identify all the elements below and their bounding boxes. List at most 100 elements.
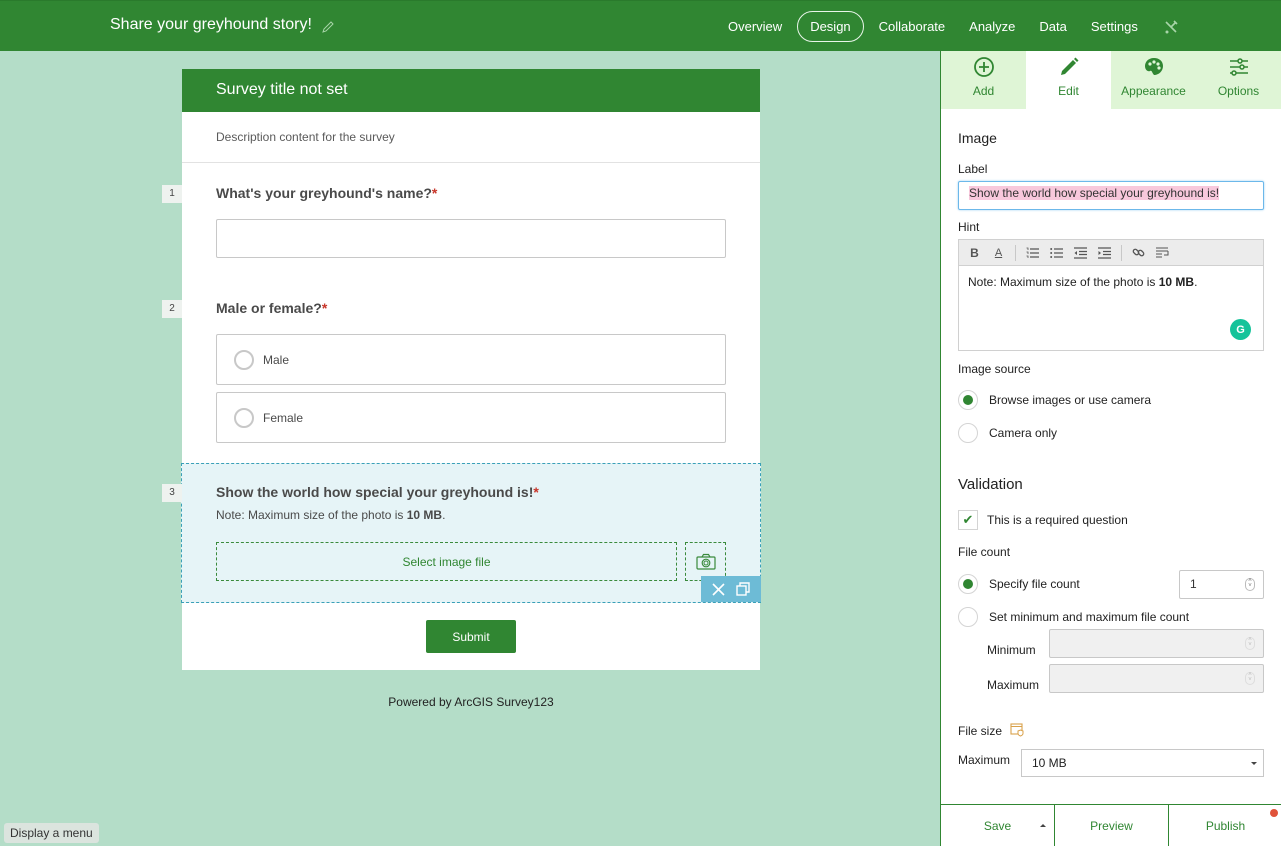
required-mark: *	[321, 300, 328, 316]
question-2-text: Male or female?	[216, 300, 322, 316]
radio-selected[interactable]	[958, 390, 978, 410]
toolbar-divider	[1015, 244, 1016, 261]
file-size-maximum-label: Maximum	[958, 753, 1011, 767]
tab-label: Appearance	[1121, 84, 1186, 98]
save-button[interactable]: Save	[941, 805, 1055, 846]
radio-selected[interactable]	[958, 574, 978, 594]
outdent-icon[interactable]	[1073, 245, 1088, 260]
radio-label: Browse images or use camera	[989, 393, 1152, 407]
delete-question-button[interactable]	[712, 582, 725, 596]
radio-circle[interactable]	[234, 407, 254, 428]
camera-icon	[695, 553, 716, 570]
preview-label: Preview	[1090, 818, 1133, 833]
main-nav: Overview Design Collaborate Analyze Data…	[716, 11, 1180, 42]
file-count-input[interactable]: 1 ˄ ˅	[1179, 570, 1264, 599]
radio-option-label: Female	[263, 410, 304, 425]
question-3-image-selected[interactable]: 3 Show the world how special your greyho…	[162, 463, 761, 603]
maximum-label: Maximum	[987, 678, 1040, 692]
spinner-icon[interactable]: ˄ ˅	[1245, 672, 1255, 685]
required-question-checkbox[interactable]: ✔ This is a required question	[958, 510, 1128, 530]
file-size-select[interactable]: 10 MB	[1021, 749, 1264, 777]
clear-format-icon[interactable]	[1155, 245, 1170, 260]
tab-appearance[interactable]: Appearance	[1111, 51, 1196, 109]
nav-settings[interactable]: Settings	[1082, 11, 1147, 42]
properties-panel: Add Edit Appearance Options Image Label …	[940, 51, 1281, 846]
select-image-file-button[interactable]: Select image file	[216, 542, 677, 581]
duplicate-question-button[interactable]	[736, 582, 750, 596]
close-icon	[712, 582, 725, 596]
radio-unselected[interactable]	[958, 423, 978, 443]
publish-button[interactable]: Publish	[1169, 805, 1281, 846]
survey-title[interactable]: Survey title not set	[182, 69, 760, 112]
numbered-list-icon[interactable]	[1025, 245, 1040, 260]
hint-suffix: .	[1194, 275, 1198, 289]
bold-icon[interactable]: B	[967, 245, 982, 260]
nav-overview[interactable]: Overview	[719, 11, 791, 42]
specify-file-count-option[interactable]: Specify file count	[958, 574, 1080, 594]
tab-options[interactable]: Options	[1196, 51, 1281, 109]
app-title: Share your greyhound story!	[110, 16, 312, 33]
submit-button[interactable]: Submit	[426, 620, 516, 653]
notification-dot	[1270, 809, 1278, 817]
duplicate-icon	[736, 582, 750, 596]
powered-by: Powered by ArcGIS Survey123	[388, 695, 554, 709]
nav-data[interactable]: Data	[1030, 11, 1075, 42]
required-mark: *	[431, 185, 438, 201]
radio-unselected[interactable]	[958, 607, 978, 627]
hint-editor[interactable]: B A Note: Maximum size of the photo is 1…	[958, 239, 1264, 351]
file-count-value: 1	[1190, 577, 1197, 591]
file-size-label: File size	[958, 723, 1024, 738]
sliders-icon	[1229, 58, 1248, 76]
file-size-value: 10 MB	[1032, 756, 1067, 770]
save-label: Save	[983, 818, 1012, 833]
radio-option-label: Male	[263, 352, 290, 367]
spinner-icon[interactable]: ˄ ˅	[1245, 637, 1255, 650]
tab-add[interactable]: Add	[941, 51, 1026, 109]
nav-analyze[interactable]: Analyze	[960, 11, 1024, 42]
hint-toolbar: B A	[959, 240, 1263, 266]
edit-title-pencil-icon[interactable]	[320, 19, 336, 35]
indent-icon[interactable]	[1097, 245, 1112, 260]
section-title-image: Image	[958, 130, 997, 146]
tab-edit[interactable]: Edit	[1026, 51, 1111, 109]
tools-icon[interactable]	[1162, 18, 1180, 36]
greyhound-name-input[interactable]	[216, 219, 726, 258]
preview-button[interactable]: Preview	[1055, 805, 1169, 846]
question-3-label[interactable]: Show the world how special your greyhoun…	[216, 484, 539, 500]
link-icon[interactable]	[1131, 245, 1146, 260]
question-1-label[interactable]: What's your greyhound's name?*	[216, 185, 437, 201]
radio-option-male[interactable]: Male	[216, 334, 726, 385]
image-source-browse[interactable]: Browse images or use camera	[958, 390, 1151, 410]
radio-circle[interactable]	[234, 349, 254, 370]
top-header: Share your greyhound story! Overview Des…	[0, 0, 1281, 51]
survey-description[interactable]: Description content for the survey	[182, 112, 760, 163]
maximum-input[interactable]: ˄ ˅	[1049, 664, 1264, 693]
required-mark: *	[533, 484, 539, 500]
label-input[interactable]: Show the world how special your greyhoun…	[958, 181, 1264, 210]
section-title-validation: Validation	[958, 476, 1023, 493]
radio-label: Specify file count	[989, 577, 1080, 591]
question-number-2: 2	[162, 300, 182, 318]
question-2-label[interactable]: Male or female?*	[216, 300, 327, 316]
image-source-camera-only[interactable]: Camera only	[958, 423, 1057, 443]
tab-label: Add	[972, 84, 995, 98]
save-options-caret-icon[interactable]	[1040, 824, 1046, 827]
publish-label: Publish	[1205, 818, 1246, 833]
min-max-file-count-option[interactable]: Set minimum and maximum file count	[958, 607, 1189, 627]
radio-label: Set minimum and maximum file count	[989, 610, 1190, 624]
question-3-hint: Note: Maximum size of the photo is 10 MB…	[216, 508, 445, 522]
palette-icon	[1144, 58, 1163, 75]
toolbar-divider	[1121, 244, 1122, 261]
radio-label: Camera only	[989, 426, 1058, 440]
spinner-icon[interactable]: ˄ ˅	[1245, 578, 1255, 591]
hint-content[interactable]: Note: Maximum size of the photo is 10 MB…	[959, 266, 1263, 298]
radio-option-female[interactable]: Female	[216, 392, 726, 443]
nav-design[interactable]: Design	[797, 11, 864, 42]
minimum-input[interactable]: ˄ ˅	[1049, 629, 1264, 658]
display-menu-tooltip: Display a menu	[4, 823, 99, 843]
check-icon[interactable]: ✔	[958, 510, 978, 530]
nav-collaborate[interactable]: Collaborate	[870, 11, 955, 42]
grammarly-icon[interactable]: G	[1230, 319, 1251, 340]
bullet-list-icon[interactable]	[1049, 245, 1064, 260]
font-color-icon[interactable]: A	[991, 245, 1006, 260]
